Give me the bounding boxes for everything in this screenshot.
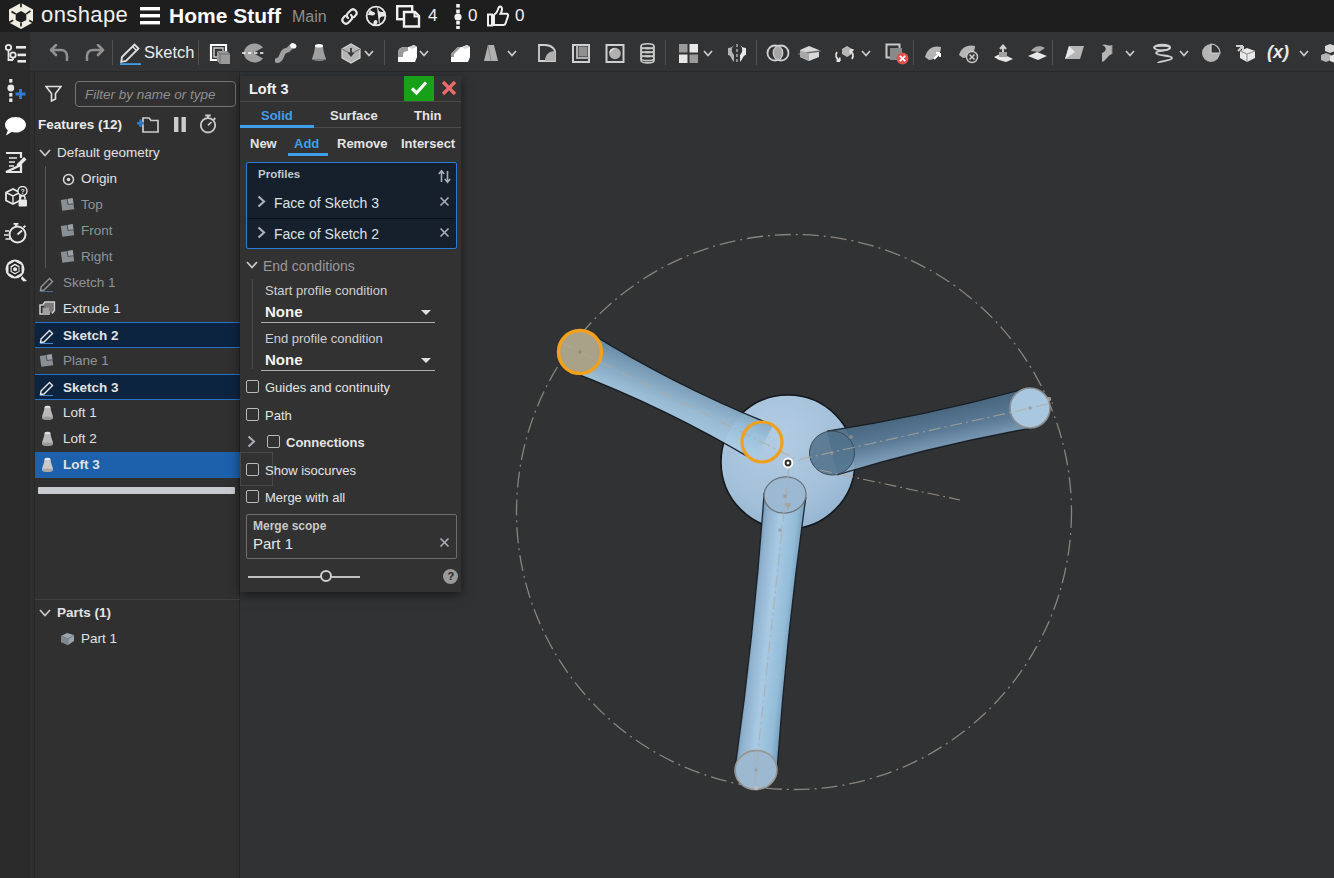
- svg-text:?: ?: [21, 188, 25, 195]
